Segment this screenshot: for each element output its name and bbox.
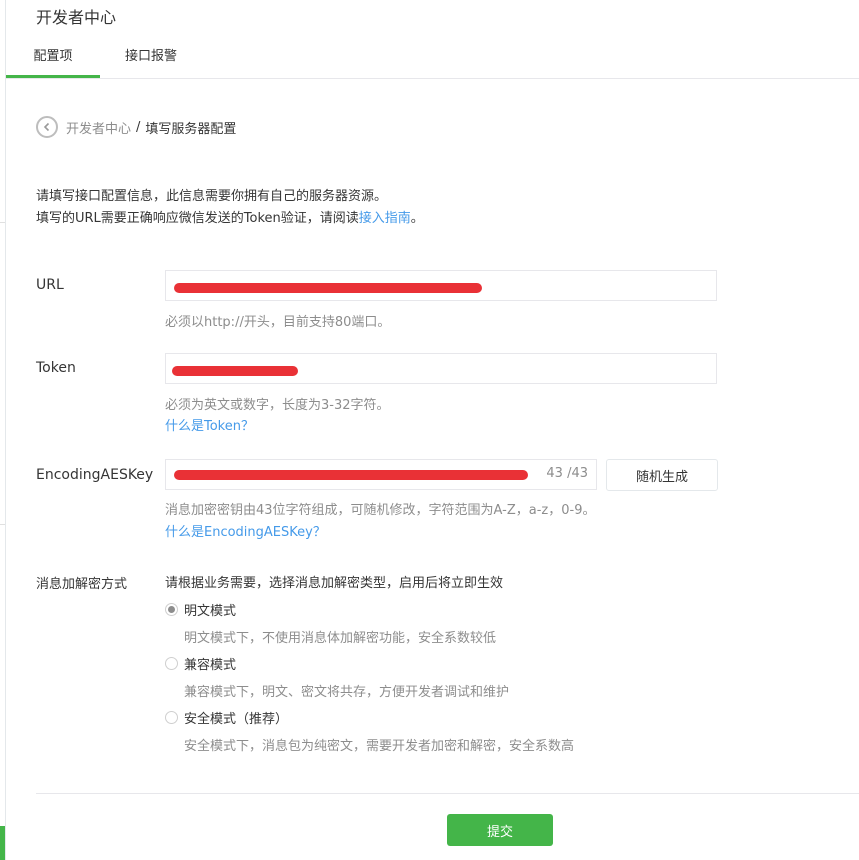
tab-interface-alert[interactable]: 接口报警 xyxy=(106,40,196,78)
url-hint: 必须以http://开头，目前支持80端口。 xyxy=(165,315,391,330)
intro-line-2: 填写的URL需要正确响应微信发送的Token验证，请阅读接入指南。 xyxy=(36,208,424,230)
page-title: 开发者中心 xyxy=(36,8,117,27)
intro-line-1: 请填写接口配置信息，此信息需要你拥有自己的服务器资源。 xyxy=(36,189,388,204)
token-hint: 必须为英文或数字，长度为3-32字符。 xyxy=(165,398,390,413)
radio-label: 兼容模式 xyxy=(184,658,237,673)
rail-divider xyxy=(0,524,5,525)
aes-key-label: EncodingAESKey xyxy=(36,467,154,483)
breadcrumb-parent-link[interactable]: 开发者中心 xyxy=(66,118,131,137)
rail-divider xyxy=(0,222,5,223)
token-label: Token xyxy=(36,360,76,376)
encryption-mode-description: 请根据业务需要，选择消息加解密类型，启用后将立即生效 xyxy=(165,576,504,591)
url-label: URL xyxy=(36,277,64,293)
radio-button[interactable] xyxy=(165,603,178,616)
secure-mode-desc: 安全模式下，消息包为纯密文，需要开发者加密和解密，安全系数高 xyxy=(184,739,575,754)
rail-active-marker xyxy=(0,826,5,860)
plaintext-mode-desc: 明文模式下，不使用消息体加解密功能，安全系数较低 xyxy=(184,631,497,646)
aes-key-counter: 43 /43 xyxy=(546,466,588,481)
intro-line-2-text: 填写的URL需要正确响应微信发送的Token验证，请阅读 xyxy=(36,211,359,226)
url-input[interactable] xyxy=(165,270,717,301)
random-generate-button[interactable]: 随机生成 xyxy=(606,459,718,491)
intro-line-2-end: 。 xyxy=(410,211,424,226)
left-rail xyxy=(0,0,6,860)
tab-config[interactable]: 配置项 xyxy=(6,40,100,78)
radio-secure-mode[interactable]: 安全模式（推荐） xyxy=(165,708,288,727)
chevron-left-icon xyxy=(43,122,50,132)
aes-key-help-link[interactable]: 什么是EncodingAESKey？ xyxy=(165,521,326,540)
radio-plaintext-mode[interactable]: 明文模式 xyxy=(165,600,236,619)
token-input[interactable] xyxy=(165,353,717,384)
radio-compatible-mode[interactable]: 兼容模式 xyxy=(165,654,236,673)
footer-divider xyxy=(36,793,859,794)
radio-label: 安全模式（推荐） xyxy=(184,712,289,727)
access-guide-link[interactable]: 接入指南 xyxy=(359,211,411,226)
tab-bar: 配置项 接口报警 xyxy=(6,40,859,79)
intro-text: 请填写接口配置信息，此信息需要你拥有自己的服务器资源。 填写的URL需要正确响应… xyxy=(36,186,424,230)
redacted-value xyxy=(174,283,482,293)
aes-key-hint: 消息加密密钥由43位字符组成，可随机修改，字符范围为A-Z，a-z，0-9。 xyxy=(165,503,596,518)
submit-button[interactable]: 提交 xyxy=(447,814,553,846)
radio-button[interactable] xyxy=(165,711,178,724)
token-help-link[interactable]: 什么是Token？ xyxy=(165,415,254,434)
redacted-value xyxy=(172,366,298,376)
back-button[interactable] xyxy=(36,116,58,138)
redacted-value xyxy=(174,470,528,480)
compatible-mode-desc: 兼容模式下，明文、密文将共存，方便开发者调试和维护 xyxy=(184,685,510,700)
radio-label: 明文模式 xyxy=(184,604,237,619)
breadcrumb-separator: / xyxy=(136,119,141,135)
radio-button[interactable] xyxy=(165,657,178,670)
breadcrumb: 开发者中心 / 填写服务器配置 xyxy=(36,114,236,140)
aes-key-input[interactable]: 43 /43 xyxy=(165,459,597,490)
breadcrumb-current: 填写服务器配置 xyxy=(145,121,237,137)
encryption-mode-label: 消息加解密方式 xyxy=(36,577,128,592)
